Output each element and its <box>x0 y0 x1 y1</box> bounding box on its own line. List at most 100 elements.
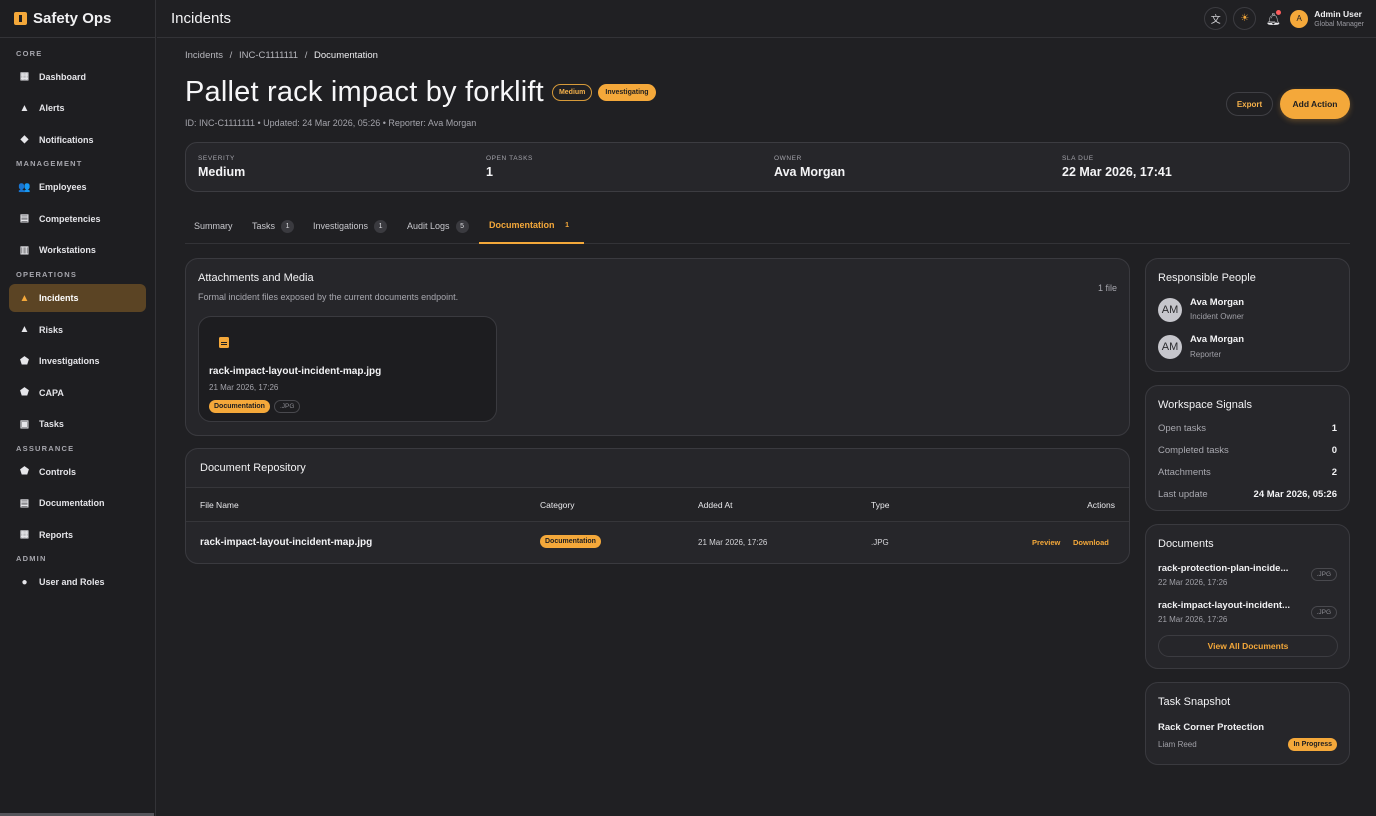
row-category-tag: Documentation <box>540 535 601 548</box>
documents-title: Documents <box>1158 538 1214 550</box>
translate-icon[interactable]: 文 <box>1204 7 1228 30</box>
user-role: Global Manager <box>1314 21 1364 28</box>
signal-row: Attachments 2 <box>1158 466 1337 478</box>
warning-icon: ▲ <box>19 102 30 114</box>
sidebar-item-alerts[interactable]: ▲ Alerts <box>0 93 155 125</box>
grid-icon: ▦ <box>19 71 30 83</box>
document-type-tag: .JPG <box>1310 606 1337 619</box>
sidebar-item-investigations[interactable]: ⬟ Investigations <box>0 346 155 378</box>
sidebar-item-employees[interactable]: 👥 Employees <box>0 172 155 204</box>
tab-tasks[interactable]: Tasks 1 <box>252 208 295 244</box>
breadcrumb: Incidents / INC-C1111111 / Documentation <box>185 50 378 61</box>
file-type-tag: .JPG <box>273 400 301 413</box>
tab-documentation[interactable]: Documentation 1 <box>479 208 584 244</box>
repository-title: Document Repository <box>200 462 306 474</box>
add-action-button[interactable]: Add Action <box>1280 89 1350 119</box>
file-date: 21 Mar 2026, 17:26 <box>209 383 279 392</box>
document-icon: ▤ <box>19 497 30 509</box>
user-avatar[interactable]: A <box>1290 9 1309 28</box>
clipboard-icon: ▣ <box>19 418 30 430</box>
breadcrumb-incidents[interactable]: Incidents <box>185 50 223 61</box>
sidebar-item-documentation[interactable]: ▤ Documentation <box>0 488 155 520</box>
view-all-documents-button[interactable]: View All Documents <box>1158 635 1338 657</box>
stat-open-tasks: OPEN TASKS 1 <box>486 155 533 179</box>
sidebar-item-notifications[interactable]: ◆ Notifications <box>0 124 155 156</box>
theme-toggle-icon[interactable]: ☀ <box>1233 7 1257 30</box>
attachments-subtitle: Formal incident files exposed by the cur… <box>198 292 459 302</box>
signal-row: Open tasks 1 <box>1158 422 1337 434</box>
breadcrumb-separator: / <box>304 50 308 61</box>
sidebar-item-incidents[interactable]: ▲ Incidents <box>9 284 146 312</box>
document-type-tag: .JPG <box>1310 568 1337 581</box>
breadcrumb-incident-id[interactable]: INC-C1111111 <box>239 50 298 61</box>
sidebar-item-competencies[interactable]: ▤ Competencies <box>0 203 155 235</box>
person-name: Ava Morgan <box>1190 334 1245 345</box>
sidebar-item-reports[interactable]: ▦ Reports <box>0 519 155 551</box>
incident-meta: ID: INC-C1111111 • Updated: 24 Mar 2026,… <box>185 118 477 128</box>
sidebar: Safety Ops CORE ▦ Dashboard ▲ Alerts ◆ Noti… <box>0 0 156 816</box>
document-repository-card: Document Repository File Name Category A… <box>185 448 1130 564</box>
tab-count: 1 <box>374 219 388 233</box>
avatar: AM <box>1158 298 1182 322</box>
stats-bar: SEVERITY Medium OPEN TASKS 1 OWNER Ava M… <box>185 142 1350 192</box>
document-icon <box>219 337 229 348</box>
shield-icon: ⬟ <box>20 355 29 367</box>
export-button[interactable]: Export <box>1226 92 1273 116</box>
signal-row: Last update 24 Mar 2026, 05:26 <box>1158 488 1337 500</box>
app-name: Safety Ops <box>33 10 112 27</box>
document-name[interactable]: rack-impact-layout-incident... <box>1158 600 1298 611</box>
document-date: 21 Mar 2026, 17:26 <box>1158 615 1228 624</box>
repository-table-header: File Name Category Added At Type Actions <box>186 487 1129 522</box>
tab-count: 1 <box>565 221 569 229</box>
documents-card: Documents rack-protection-plan-incide...… <box>1145 524 1350 669</box>
sidebar-item-workstations[interactable]: ▥ Workstations <box>0 235 155 267</box>
user-gear-icon: ● <box>21 576 28 588</box>
avatar: AM <box>1158 335 1182 359</box>
sidebar-item-capa[interactable]: ⬟ CAPA <box>0 377 155 409</box>
section-operations: OPERATIONS <box>16 269 78 279</box>
sidebar-item-tasks[interactable]: ▣ Tasks <box>0 409 155 441</box>
building-icon: ▤ <box>19 213 30 225</box>
stat-severity: SEVERITY Medium <box>198 155 246 179</box>
warning-icon: ▲ <box>19 324 30 336</box>
page-title: Pallet rack impact by forklift <box>185 76 544 108</box>
page-header-title: Incidents <box>171 10 232 27</box>
document-name[interactable]: rack-protection-plan-incide... <box>1158 563 1298 574</box>
section-assurance: ASSURANCE <box>16 443 75 453</box>
tab-summary[interactable]: Summary <box>194 208 233 244</box>
task-name[interactable]: Rack Corner Protection <box>1158 722 1264 733</box>
sidebar-item-controls[interactable]: ⬟ Controls <box>0 456 155 488</box>
tab-bar: Summary Tasks 1 Investigations 1 Audit Log… <box>185 208 1350 244</box>
signal-row: Completed tasks 0 <box>1158 444 1337 456</box>
col-actions: Actions <box>1087 500 1115 510</box>
sidebar-item-user-and-roles[interactable]: ● User and Roles <box>0 567 155 599</box>
tab-audit-logs[interactable]: Audit Logs 5 <box>407 208 469 244</box>
attachments-card: Attachments and Media Formal incident fi… <box>185 258 1130 436</box>
bell-icon: ◆ <box>20 134 29 146</box>
brand[interactable]: Safety Ops <box>0 0 155 38</box>
factory-icon: ▥ <box>19 244 30 256</box>
people-icon: 👥 <box>18 181 31 193</box>
user-menu[interactable]: Admin User Global Manager <box>1314 9 1364 28</box>
file-tile[interactable]: rack-impact-layout-incident-map.jpg 21 M… <box>198 316 497 422</box>
file-category-tag: Documentation <box>209 400 270 413</box>
tab-count: 1 <box>281 219 295 233</box>
col-type: Type <box>871 500 890 510</box>
file-name: rack-impact-layout-incident-map.jpg <box>209 366 382 377</box>
user-name: Admin User <box>1314 9 1362 19</box>
workspace-signals-card: Workspace Signals Open tasks 1 Completed … <box>1145 385 1350 511</box>
tab-count: 5 <box>455 219 469 233</box>
breadcrumb-current: Documentation <box>314 50 378 61</box>
row-type: .JPG <box>871 538 889 547</box>
notification-bell-icon[interactable]: 🔔︎ <box>1262 8 1284 30</box>
notification-dot <box>1276 9 1282 15</box>
sidebar-item-risks[interactable]: ▲ Risks <box>0 314 155 346</box>
task-snapshot-title: Task Snapshot <box>1158 696 1231 708</box>
preview-link[interactable]: Preview <box>1032 538 1060 547</box>
sidebar-item-dashboard[interactable]: ▦ Dashboard <box>0 61 155 93</box>
download-link[interactable]: Download <box>1073 538 1109 547</box>
attachments-count: 1 file <box>1097 283 1117 293</box>
document-date: 22 Mar 2026, 17:26 <box>1158 578 1228 587</box>
first-aid-kit-icon <box>14 12 27 25</box>
tab-investigations[interactable]: Investigations 1 <box>313 208 388 244</box>
